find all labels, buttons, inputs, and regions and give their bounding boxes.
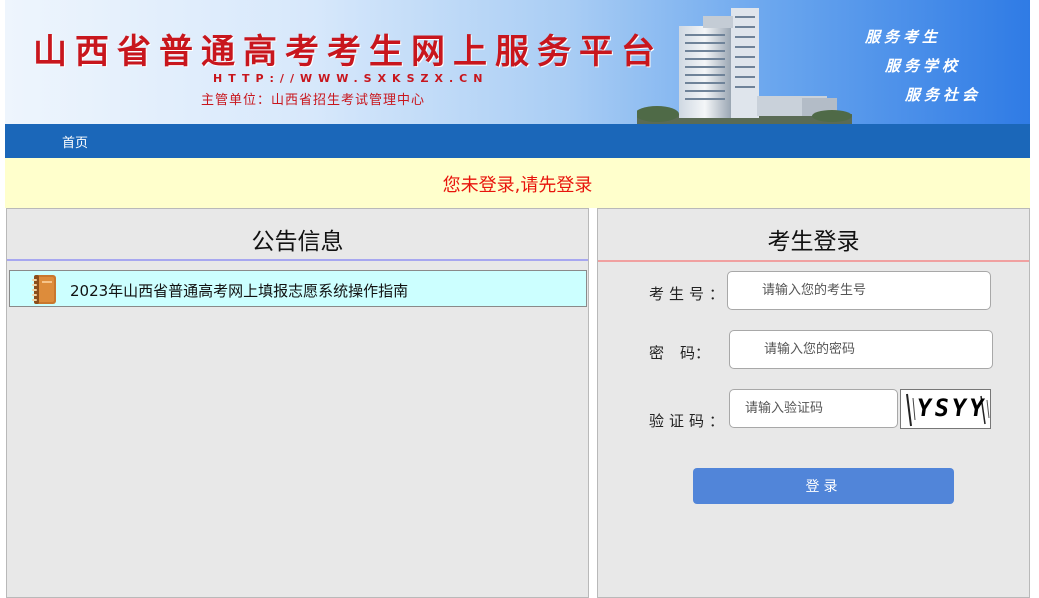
captcha-text: YSYY xyxy=(915,394,989,422)
announcement-panel: 公告信息 2023年山西省普通高考网上填报志愿系统操作指南 xyxy=(6,208,589,598)
nav-home-link[interactable]: 首页 xyxy=(62,132,88,151)
login-button[interactable]: 登录 xyxy=(693,468,954,504)
announcement-title: 公告信息 xyxy=(251,229,344,255)
announcement-header: 公告信息 xyxy=(7,209,588,261)
password-label-part-2: 码： xyxy=(680,344,711,362)
organizer-text: 主管单位：山西省招生考试管理中心 xyxy=(201,93,426,108)
announcement-item[interactable]: 2023年山西省普通高考网上填报志愿系统操作指南 xyxy=(9,270,587,307)
captcha-image[interactable]: YSYY xyxy=(900,389,991,429)
captcha-label: 验证码： xyxy=(649,412,730,430)
password-label: 密码： xyxy=(649,342,710,363)
header-banner: 山西省普通高考考生网上服务平台 HTTP://WWW.SXKSZX.CN 主管单… xyxy=(5,0,1030,124)
login-panel: 考生登录 考生号： 密码： 验证码： YSYY 登录 xyxy=(597,208,1030,598)
site-url: HTTP://WWW.SXKSZX.CN xyxy=(213,72,489,85)
login-title: 考生登录 xyxy=(767,229,860,255)
login-header: 考生登录 xyxy=(598,209,1029,262)
nav-bar: 首页 xyxy=(5,124,1030,158)
password-input[interactable] xyxy=(729,330,993,369)
slogan-2: 服务学校 xyxy=(885,57,962,75)
login-notice-text: 您未登录,请先登录 xyxy=(442,175,593,196)
slogan-1: 服务考生 xyxy=(865,28,942,46)
announcement-item-text: 2023年山西省普通高考网上填报志愿系统操作指南 xyxy=(70,282,409,300)
book-icon xyxy=(32,275,56,304)
password-label-part-1: 密 xyxy=(649,344,665,362)
candidate-id-input[interactable] xyxy=(727,271,991,310)
candidate-id-label: 考生号： xyxy=(649,285,730,303)
building-illustration xyxy=(637,8,852,124)
site-title: 山西省普通高考考生网上服务平台 xyxy=(33,32,663,72)
login-notice-bar: 您未登录,请先登录 xyxy=(5,158,1030,208)
captcha-input[interactable] xyxy=(729,389,898,428)
slogan-3: 服务社会 xyxy=(905,86,982,104)
